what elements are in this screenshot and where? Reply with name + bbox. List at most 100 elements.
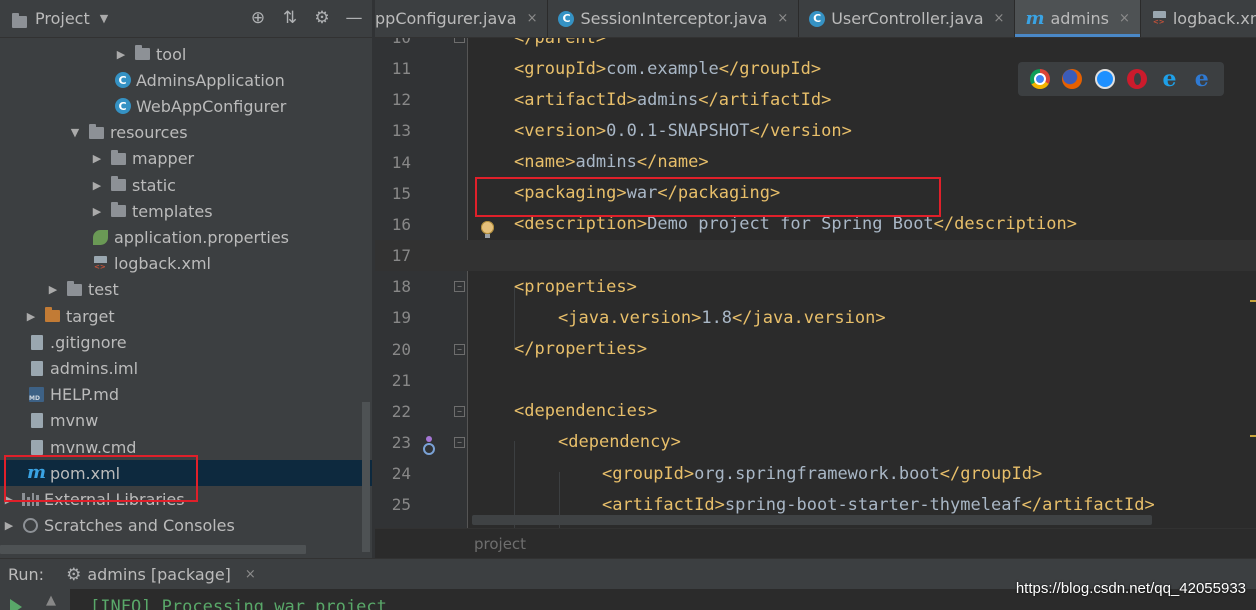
tree-item[interactable]: .gitignore: [0, 329, 372, 355]
tree-item[interactable]: ▶ templates: [0, 198, 372, 224]
tree-item[interactable]: ▶ target: [0, 303, 372, 329]
code-line[interactable]: 14 <name>admins</name>: [375, 147, 1256, 178]
code-text: <java.version>1.8</java.version>: [558, 308, 886, 328]
expand-right-icon[interactable]: ▶: [4, 493, 14, 506]
editor-horizontal-scrollbar[interactable]: [472, 515, 1152, 525]
code-line[interactable]: 16 <description>Demo project for Spring B…: [375, 209, 1256, 240]
hide-icon[interactable]: —: [344, 8, 364, 28]
play-icon[interactable]: [10, 599, 22, 610]
tree-item[interactable]: ▼ resources: [0, 120, 372, 146]
tree-item[interactable]: C AdminsApplication: [0, 67, 372, 93]
close-icon[interactable]: ×: [994, 11, 1005, 26]
tree-item[interactable]: m pom.xml: [0, 460, 372, 487]
firefox-icon[interactable]: [1062, 69, 1083, 89]
collapse-all-icon[interactable]: ⇅: [280, 8, 300, 28]
fold-icon[interactable]: −: [454, 436, 465, 448]
tree-item-label: target: [66, 306, 115, 326]
xml-bracket: >: [1031, 463, 1043, 484]
excluded-folder-icon: [44, 307, 61, 324]
chevron-down-icon[interactable]: ▼: [100, 12, 108, 25]
safari-icon[interactable]: [1094, 69, 1115, 89]
xml-bracket: >: [875, 307, 886, 328]
fold-icon[interactable]: −: [454, 343, 465, 355]
xml-tag-name: version: [769, 120, 842, 141]
tree-item[interactable]: C WebAppConfigurer: [0, 93, 372, 119]
xml-text: war: [626, 183, 658, 204]
editor-tab[interactable]: C UserController.java ×: [799, 0, 1016, 37]
tree-item[interactable]: ▶ Scratches and Consoles: [0, 513, 372, 539]
close-icon[interactable]: ×: [777, 11, 788, 26]
expand-right-icon[interactable]: ▶: [92, 205, 102, 218]
tree-item[interactable]: admins.iml: [0, 355, 372, 381]
expand-right-icon[interactable]: ▶: [92, 179, 102, 192]
xml-bracket: <: [514, 152, 525, 173]
editor-tab[interactable]: ppConfigurer.java ×: [375, 0, 549, 37]
tree-item[interactable]: ▶ test: [0, 277, 372, 303]
tree-item[interactable]: application.properties: [0, 224, 372, 250]
scratches-icon: [22, 518, 39, 534]
expand-right-icon[interactable]: ▶: [4, 519, 14, 532]
breadcrumb-item[interactable]: project: [474, 535, 526, 553]
locate-icon[interactable]: ⊕: [248, 8, 268, 28]
lightbulb-icon[interactable]: [481, 221, 494, 238]
tree-item[interactable]: mvnw: [0, 408, 372, 434]
code-line[interactable]: 10 − </parent>: [375, 38, 1256, 53]
tree-item[interactable]: ▶ static: [0, 172, 372, 198]
expand-right-icon[interactable]: ▶: [116, 48, 126, 61]
editor-tab[interactable]: logback.xml×: [1141, 0, 1256, 37]
code-line[interactable]: 13 <version>0.0.1-SNAPSHOT</version>: [375, 115, 1256, 146]
code-line[interactable]: 15 <packaging>war</packaging>: [375, 178, 1256, 209]
tree-item[interactable]: mvnw.cmd: [0, 434, 372, 460]
editor-tab-label: admins: [1050, 9, 1109, 28]
editor-tab[interactable]: m admins ×: [1015, 0, 1141, 37]
xml-bracket: </: [939, 463, 961, 484]
expand-down-icon[interactable]: ▼: [70, 126, 80, 139]
tree-item[interactable]: logback.xml: [0, 251, 372, 277]
code-line[interactable]: 23 − <dependency>: [375, 427, 1256, 458]
expand-right-icon[interactable]: ▶: [26, 310, 36, 323]
arrow-up-icon[interactable]: ▲: [46, 593, 56, 608]
tree-item[interactable]: ▶ mapper: [0, 146, 372, 172]
gear-icon[interactable]: ⚙: [312, 8, 332, 28]
xml-bracket: <: [602, 494, 613, 515]
error-stripe-mark[interactable]: [1250, 435, 1256, 437]
code-line[interactable]: 21: [375, 365, 1256, 396]
tree-item[interactable]: ▶ tool: [0, 41, 372, 67]
code-line[interactable]: 19 <java.version>1.8</java.version>: [375, 302, 1256, 333]
folder-icon: [134, 45, 151, 62]
close-icon[interactable]: ×: [527, 11, 538, 26]
ie-icon[interactable]: e: [1159, 66, 1179, 92]
xml-tag-name: dependency: [568, 432, 671, 453]
fold-icon[interactable]: −: [454, 405, 465, 417]
fold-icon[interactable]: −: [454, 38, 465, 43]
opera-icon[interactable]: [1127, 69, 1148, 89]
code-line[interactable]: 20 − </properties>: [375, 334, 1256, 365]
expand-right-icon[interactable]: ▶: [48, 283, 58, 296]
tree-item[interactable]: MD HELP.md: [0, 382, 372, 408]
maven-dependency-icon[interactable]: [423, 436, 435, 455]
project-vertical-scrollbar[interactable]: [362, 402, 370, 552]
run-tab[interactable]: ⚙ admins [package] ×: [66, 565, 256, 585]
edge-icon[interactable]: e: [1192, 66, 1212, 92]
tree-item-label: admins.iml: [50, 358, 139, 378]
error-stripe-mark[interactable]: [1250, 300, 1256, 302]
project-horizontal-scrollbar[interactable]: [0, 545, 306, 554]
xml-bracket: </: [718, 58, 740, 79]
close-icon[interactable]: ×: [245, 567, 256, 582]
close-icon[interactable]: ×: [1119, 11, 1130, 26]
expand-right-icon[interactable]: ▶: [92, 152, 102, 165]
tree-item-label: mvnw: [50, 411, 99, 431]
code-line[interactable]: 22 − <dependencies>: [375, 396, 1256, 427]
code-line[interactable]: 17: [375, 240, 1256, 272]
code-editor[interactable]: 10−</parent>11<groupId>com.example</grou…: [375, 38, 1256, 528]
maven-icon: m: [26, 462, 47, 484]
code-line[interactable]: 18 − <properties>: [375, 271, 1256, 302]
code-line[interactable]: 24 <groupId>org.springframework.boot</gro…: [375, 458, 1256, 489]
tree-item-label: application.properties: [114, 227, 289, 247]
run-tab-label[interactable]: admins [package]: [87, 565, 231, 584]
fold-icon[interactable]: −: [454, 281, 465, 293]
editor-tab[interactable]: C SessionInterceptor.java ×: [548, 0, 800, 37]
tree-item[interactable]: ▶ External Libraries: [0, 486, 372, 512]
chrome-icon[interactable]: [1030, 69, 1051, 89]
project-panel-title[interactable]: Project: [35, 9, 90, 28]
